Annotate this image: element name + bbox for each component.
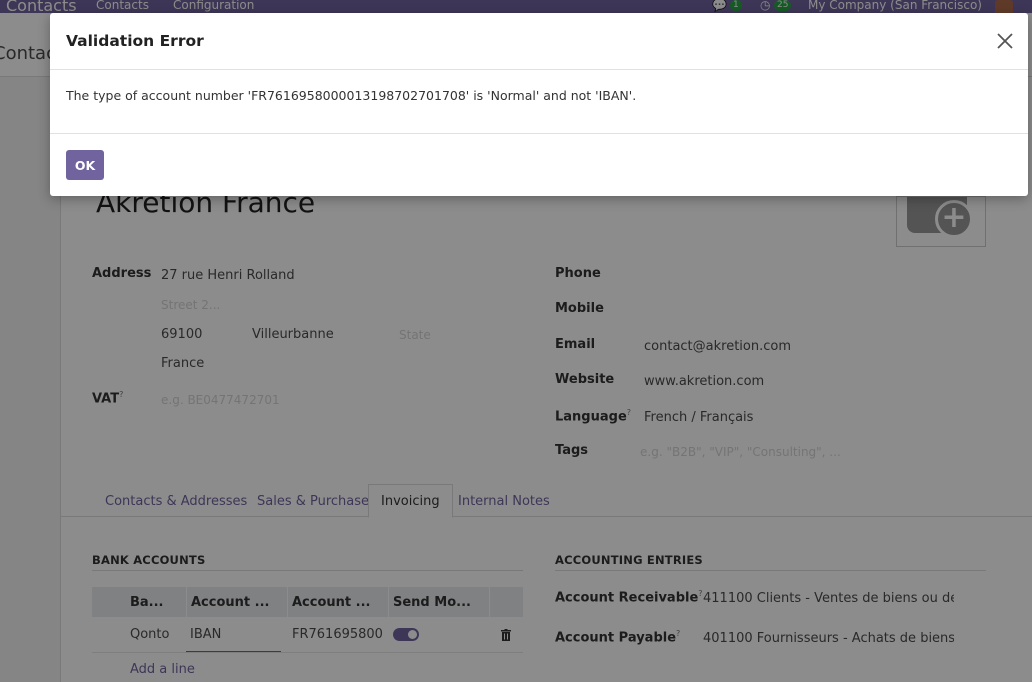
dialog-header: Validation Error [50, 13, 1028, 70]
error-message: The type of account number 'FR7616958000… [66, 88, 637, 103]
dialog-body: The type of account number 'FR7616958000… [50, 70, 1028, 134]
ok-button[interactable]: OK [66, 150, 104, 180]
validation-error-dialog: Validation Error The type of account num… [50, 13, 1028, 196]
dialog-title: Validation Error [66, 32, 204, 50]
close-icon[interactable] [994, 30, 1016, 52]
